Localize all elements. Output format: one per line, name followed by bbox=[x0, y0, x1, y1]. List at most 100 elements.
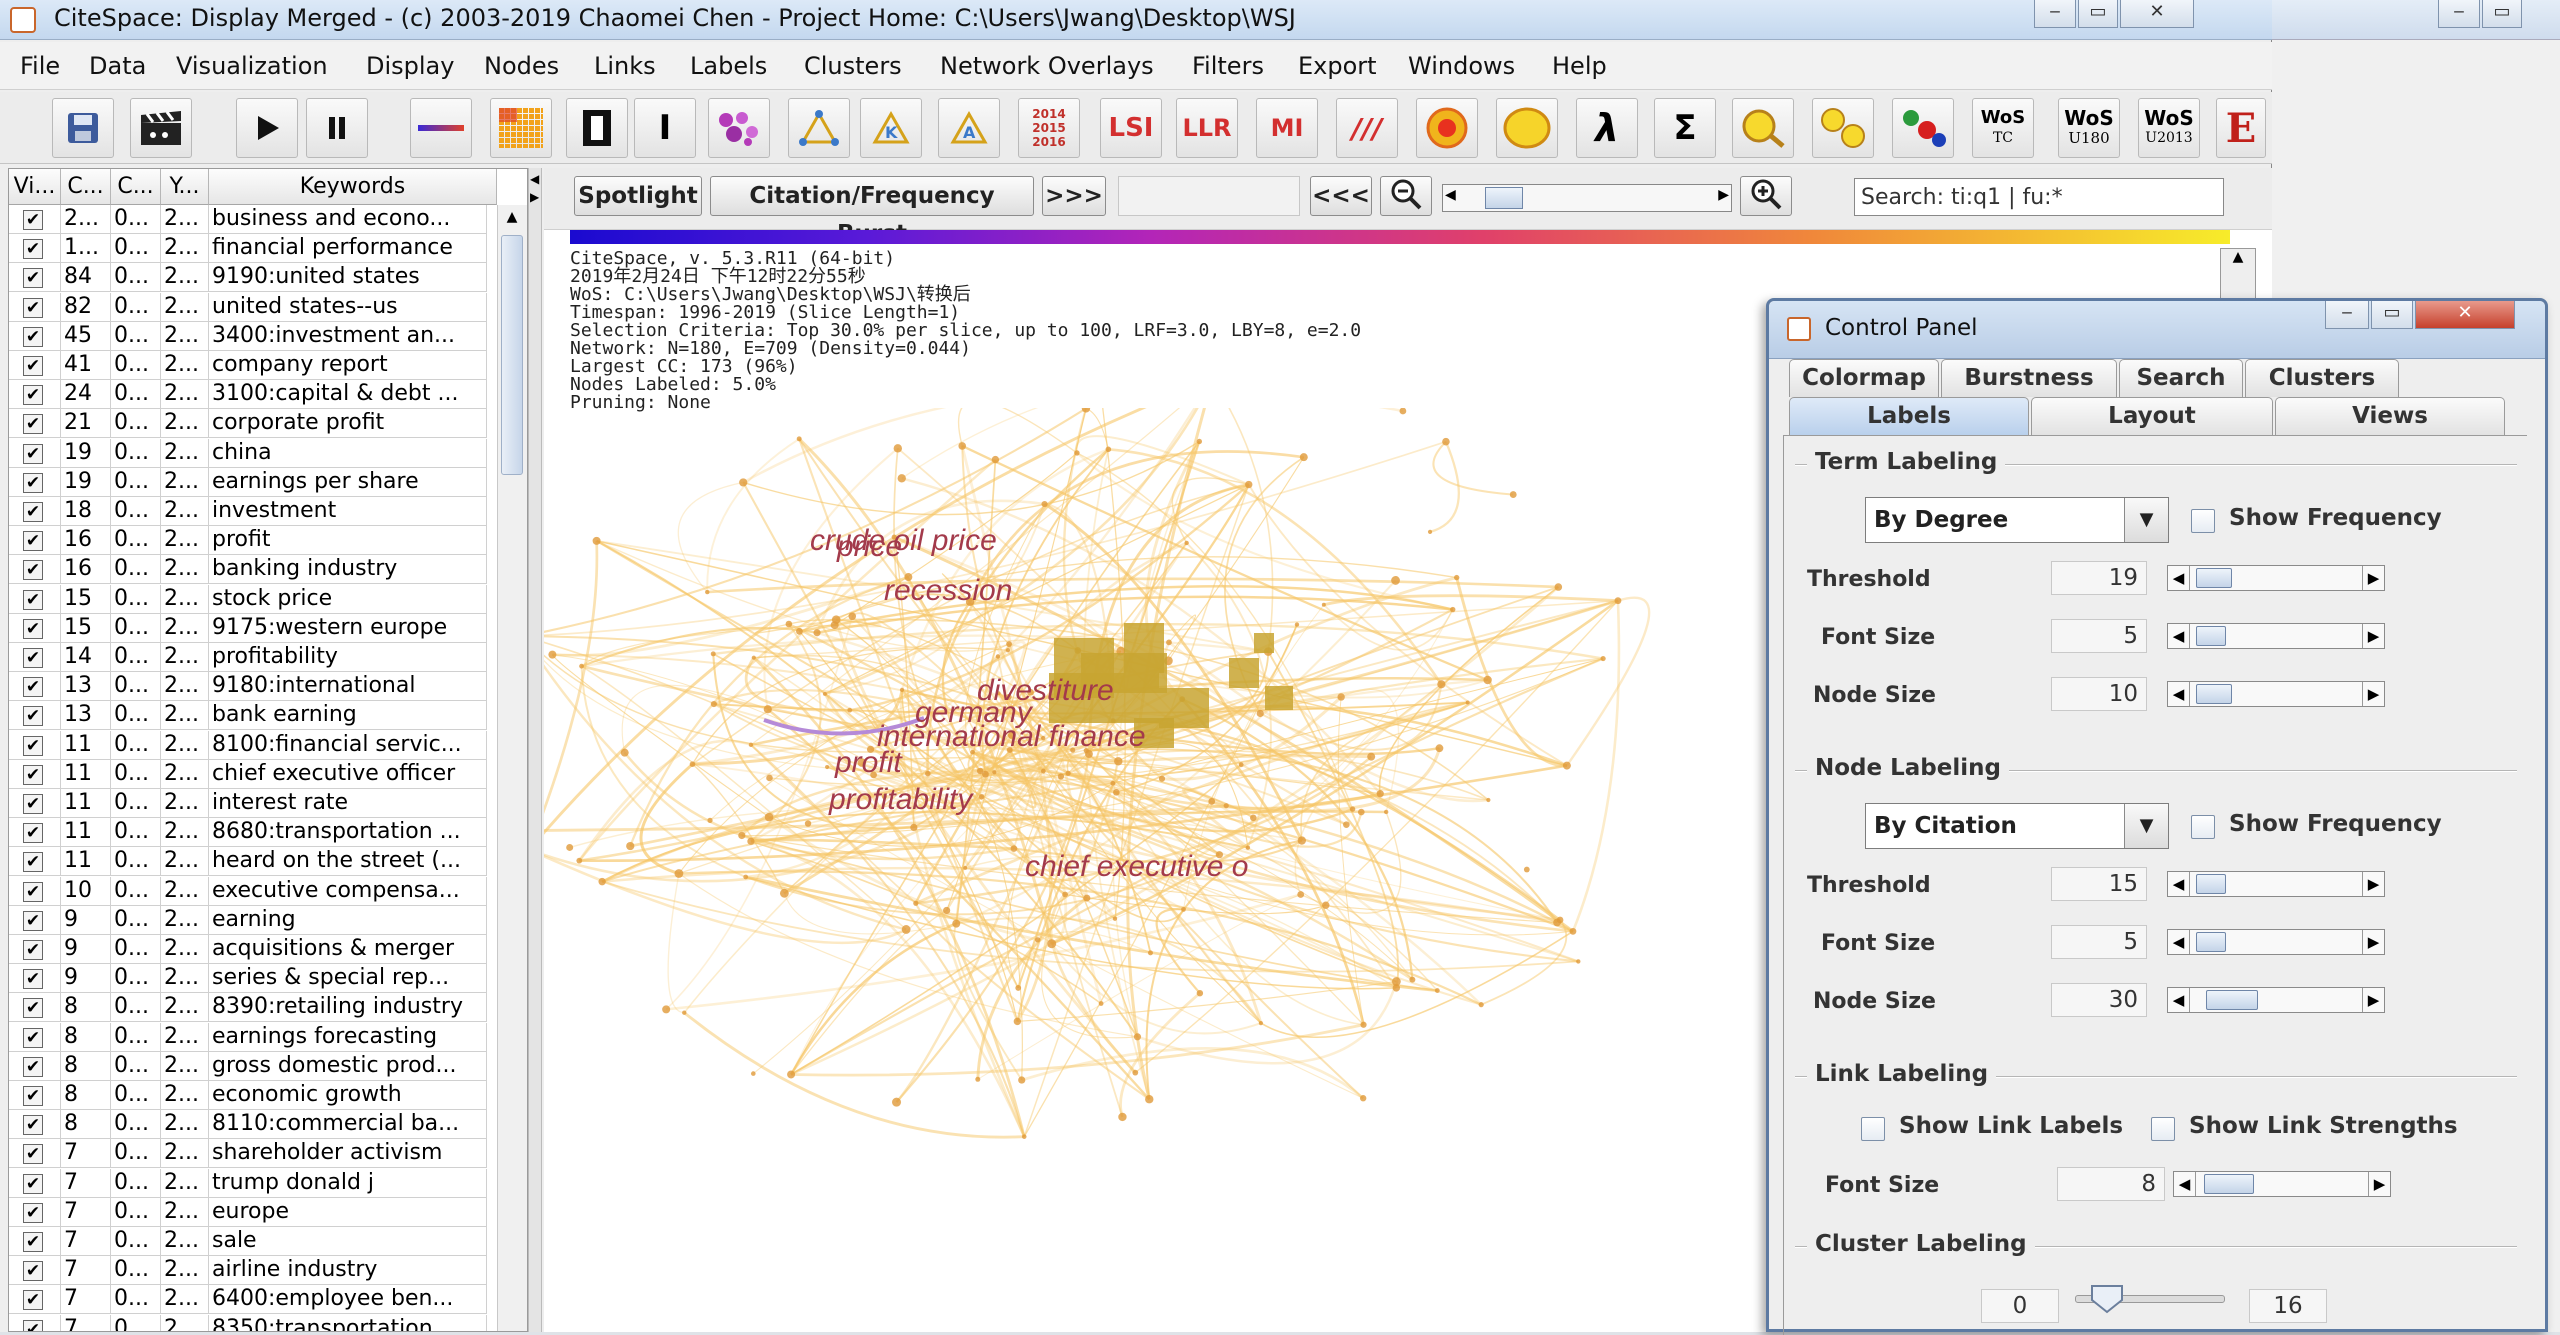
slider-left-arrow-icon[interactable]: ◀ bbox=[2168, 988, 2190, 1012]
timeline-bar-icon[interactable] bbox=[410, 98, 472, 158]
cp-close-button[interactable]: ✕ bbox=[2415, 301, 2515, 329]
visible-checkbox[interactable]: ✔ bbox=[23, 910, 43, 931]
sigma-button[interactable]: Σ bbox=[1654, 98, 1716, 158]
node[interactable] bbox=[1322, 901, 1330, 909]
menu-clusters[interactable]: Clusters bbox=[804, 52, 902, 80]
node[interactable] bbox=[913, 900, 919, 906]
node[interactable] bbox=[785, 620, 793, 628]
menu-display[interactable]: Display bbox=[366, 52, 454, 80]
zoom-out-icon[interactable] bbox=[1380, 176, 1432, 216]
node-font-size-field[interactable]: 5 bbox=[2051, 925, 2147, 959]
table-row[interactable]: ✔ 13 0... 2... bank earning bbox=[9, 701, 487, 731]
wos-tc-button[interactable]: WoS TC bbox=[1972, 98, 2034, 158]
clapperboard-icon[interactable] bbox=[130, 98, 192, 158]
node[interactable] bbox=[1250, 814, 1257, 822]
node[interactable] bbox=[1118, 1112, 1127, 1122]
node[interactable] bbox=[598, 877, 606, 886]
link-font-size-slider[interactable]: ◀ ▶ bbox=[2173, 1171, 2391, 1197]
visible-checkbox[interactable]: ✔ bbox=[23, 443, 43, 464]
node[interactable] bbox=[1110, 780, 1116, 786]
node[interactable] bbox=[1184, 540, 1189, 546]
term-node-size-field[interactable]: 10 bbox=[2051, 677, 2147, 711]
table-row[interactable]: ✔ 8 0... 2... 8110:commercial ba... bbox=[9, 1110, 487, 1140]
node[interactable] bbox=[813, 629, 821, 637]
node[interactable] bbox=[1196, 989, 1204, 997]
node[interactable] bbox=[1098, 1001, 1104, 1006]
pause-icon[interactable] bbox=[306, 98, 368, 158]
visible-checkbox[interactable]: ✔ bbox=[23, 210, 43, 230]
table-row[interactable]: ✔ 7 0... 2... shareholder activism bbox=[9, 1139, 487, 1169]
table-row[interactable]: ✔ 2... 0... 2... business and econo... bbox=[9, 205, 487, 234]
link-font-size-field[interactable]: 8 bbox=[2057, 1167, 2165, 1201]
table-row[interactable]: ✔ 14 0... 2... profitability bbox=[9, 643, 487, 672]
table-row[interactable]: ✔ 11 0... 2... interest rate bbox=[9, 789, 487, 818]
node[interactable] bbox=[1427, 529, 1433, 535]
table-row[interactable]: ✔ 8 0... 2... 8390:retailing industry bbox=[9, 993, 487, 1023]
node[interactable] bbox=[847, 707, 853, 713]
node[interactable] bbox=[1392, 977, 1401, 986]
node[interactable] bbox=[579, 663, 584, 669]
node[interactable] bbox=[893, 444, 903, 453]
table-row[interactable]: ✔ 9 0... 2... acquisitions & merger bbox=[9, 935, 487, 964]
minimize-button[interactable]: ‒ bbox=[2034, 0, 2076, 28]
node[interactable] bbox=[1562, 761, 1571, 770]
yellow-circle-icon[interactable] bbox=[1496, 98, 1558, 158]
visible-checkbox[interactable]: ✔ bbox=[23, 589, 43, 610]
slider-left-arrow-icon[interactable]: ◀ bbox=[2168, 930, 2190, 954]
menu-windows[interactable]: Windows bbox=[1408, 52, 1515, 80]
table-row[interactable]: ✔ 7 0... 2... 8350:transportation ... bbox=[9, 1314, 487, 1331]
slider-thumb[interactable] bbox=[2196, 874, 2226, 894]
slider-left-arrow-icon[interactable]: ◀ bbox=[1445, 187, 1456, 203]
node[interactable] bbox=[1358, 808, 1365, 816]
visible-checkbox[interactable]: ✔ bbox=[23, 1202, 43, 1223]
node-labeling-mode-select[interactable]: By Citation ▼ bbox=[1865, 803, 2169, 849]
visible-checkbox[interactable]: ✔ bbox=[23, 1115, 43, 1136]
menu-file[interactable]: File bbox=[20, 52, 60, 80]
node[interactable] bbox=[825, 764, 830, 770]
slider-thumb[interactable] bbox=[2206, 990, 2258, 1010]
node[interactable] bbox=[1057, 773, 1065, 780]
table-row[interactable]: ✔ 19 0... 2... earnings per share bbox=[9, 467, 487, 497]
node-node-size-slider[interactable]: ◀ ▶ bbox=[2167, 987, 2385, 1013]
node[interactable] bbox=[1450, 606, 1456, 613]
table-row[interactable]: ✔ 7 0... 2... trump donald j bbox=[9, 1168, 487, 1198]
visible-checkbox[interactable]: ✔ bbox=[23, 472, 43, 493]
chevron-down-icon[interactable]: ▼ bbox=[2124, 804, 2168, 848]
node[interactable] bbox=[992, 770, 997, 775]
splitter-handle[interactable]: ◀ ▶ bbox=[528, 168, 542, 1332]
term-threshold-slider[interactable]: ◀ ▶ bbox=[2167, 565, 2385, 591]
table-row[interactable]: ✔ 7 0... 2... airline industry bbox=[9, 1256, 487, 1286]
visible-checkbox[interactable]: ✔ bbox=[23, 677, 43, 698]
slashes-button[interactable]: /// bbox=[1336, 98, 1398, 158]
node[interactable] bbox=[1486, 797, 1491, 803]
node[interactable] bbox=[958, 442, 967, 450]
lambda-button[interactable]: λ bbox=[1576, 98, 1638, 158]
visible-checkbox[interactable]: ✔ bbox=[23, 764, 43, 785]
node[interactable] bbox=[1359, 1095, 1367, 1102]
heatmap-grid-icon[interactable] bbox=[490, 98, 552, 158]
cp-maximize-button[interactable]: ▭ bbox=[2371, 301, 2413, 329]
node[interactable] bbox=[1509, 491, 1517, 498]
table-row[interactable]: ✔ 18 0... 2... investment bbox=[9, 497, 487, 526]
slider-right-arrow-icon[interactable]: ▶ bbox=[2362, 566, 2384, 590]
column-header-year[interactable]: Y... bbox=[161, 169, 209, 205]
zoom-slider[interactable]: ◀ ▶ bbox=[1442, 184, 1732, 212]
table-row[interactable]: ✔ 16 0... 2... profit bbox=[9, 526, 487, 556]
node[interactable] bbox=[764, 812, 774, 822]
node[interactable] bbox=[1614, 597, 1622, 605]
visible-checkbox[interactable]: ✔ bbox=[23, 940, 43, 960]
node[interactable] bbox=[1040, 768, 1046, 774]
table-row[interactable]: ✔ 8 0... 2... gross domestic prod... bbox=[9, 1051, 487, 1081]
visible-checkbox[interactable]: ✔ bbox=[23, 1261, 43, 1282]
tab-search[interactable]: Search bbox=[2119, 359, 2243, 397]
menu-nodes[interactable]: Nodes bbox=[484, 52, 559, 80]
visible-checkbox[interactable]: ✔ bbox=[23, 648, 43, 668]
node[interactable] bbox=[747, 837, 755, 845]
citation-burst-button[interactable]: Citation/Frequency Burst bbox=[710, 176, 1034, 247]
node[interactable] bbox=[963, 865, 968, 870]
table-row[interactable]: ✔ 82 0... 2... united states--us bbox=[9, 292, 487, 322]
node[interactable] bbox=[1600, 655, 1606, 662]
node[interactable] bbox=[1021, 1134, 1027, 1139]
node[interactable] bbox=[1437, 680, 1446, 689]
node-threshold-field[interactable]: 15 bbox=[2051, 867, 2147, 901]
